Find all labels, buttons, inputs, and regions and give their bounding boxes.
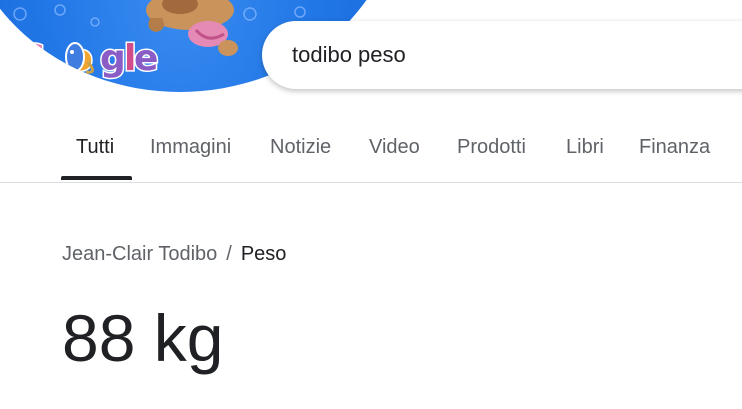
answer-value: 88 kg: [62, 301, 224, 375]
tab-tutti[interactable]: Tutti: [76, 136, 114, 159]
tab-prodotti[interactable]: Prodotti: [457, 136, 526, 159]
search-input[interactable]: [292, 41, 692, 69]
svg-text:g: g: [100, 38, 126, 79]
tab-libri[interactable]: Libri: [566, 136, 604, 159]
tabs-divider: [0, 182, 742, 183]
search-box[interactable]: [262, 21, 742, 89]
breadcrumb-attribute: Peso: [240, 243, 287, 265]
breadcrumb-separator: /: [226, 243, 232, 265]
tab-immagini[interactable]: Immagini: [150, 136, 231, 159]
breadcrumb-entity-link[interactable]: Jean-Clair Todibo: [62, 243, 217, 265]
tab-finanza[interactable]: Finanza: [639, 136, 710, 159]
breadcrumb: Jean-Clair Todibo / Peso: [62, 243, 286, 266]
search-results-page: G o g l e Tutti Immagini Notizie Video P…: [0, 0, 742, 409]
svg-text:G: G: [16, 38, 46, 79]
search-tabs: Tutti Immagini Notizie Video Prodotti Li…: [0, 118, 742, 183]
tab-notizie[interactable]: Notizie: [270, 136, 331, 159]
tab-video[interactable]: Video: [369, 136, 420, 159]
active-tab-indicator: [61, 176, 132, 180]
doodle-dog: [146, 0, 238, 56]
svg-text:e: e: [134, 38, 158, 79]
